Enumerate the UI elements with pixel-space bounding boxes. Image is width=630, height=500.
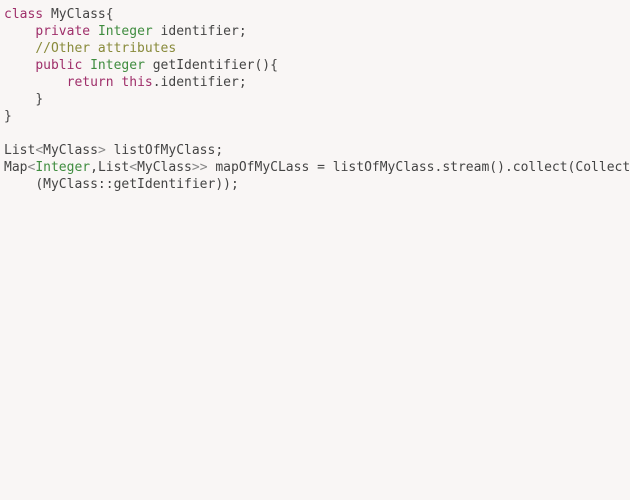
- line-11: (MyClass::getIdentifier));: [4, 177, 239, 192]
- keyword-class: class: [4, 7, 43, 22]
- keyword-public: public: [35, 58, 82, 73]
- line-2: private Integer identifier;: [4, 24, 247, 39]
- line-1: class MyClass{: [4, 7, 114, 22]
- comment: //Other attributes: [35, 41, 176, 56]
- line-5: return this.identifier;: [4, 75, 247, 90]
- keyword-return: return: [67, 75, 114, 90]
- line-7: }: [4, 109, 12, 124]
- line-6: }: [4, 92, 43, 107]
- type-integer: Integer: [98, 24, 153, 39]
- line-4: public Integer getIdentifier(){: [4, 58, 278, 73]
- type-integer: Integer: [35, 160, 90, 175]
- type-integer: Integer: [90, 58, 145, 73]
- line-9: List<MyClass> listOfMyClass;: [4, 143, 223, 158]
- line-10: Map<Integer,List<MyClass>> mapOfMyCLass …: [4, 160, 630, 175]
- line-3: //Other attributes: [4, 41, 176, 56]
- keyword-this: this: [121, 75, 152, 90]
- keyword-private: private: [35, 24, 90, 39]
- code-block: class MyClass{ private Integer identifie…: [0, 0, 630, 199]
